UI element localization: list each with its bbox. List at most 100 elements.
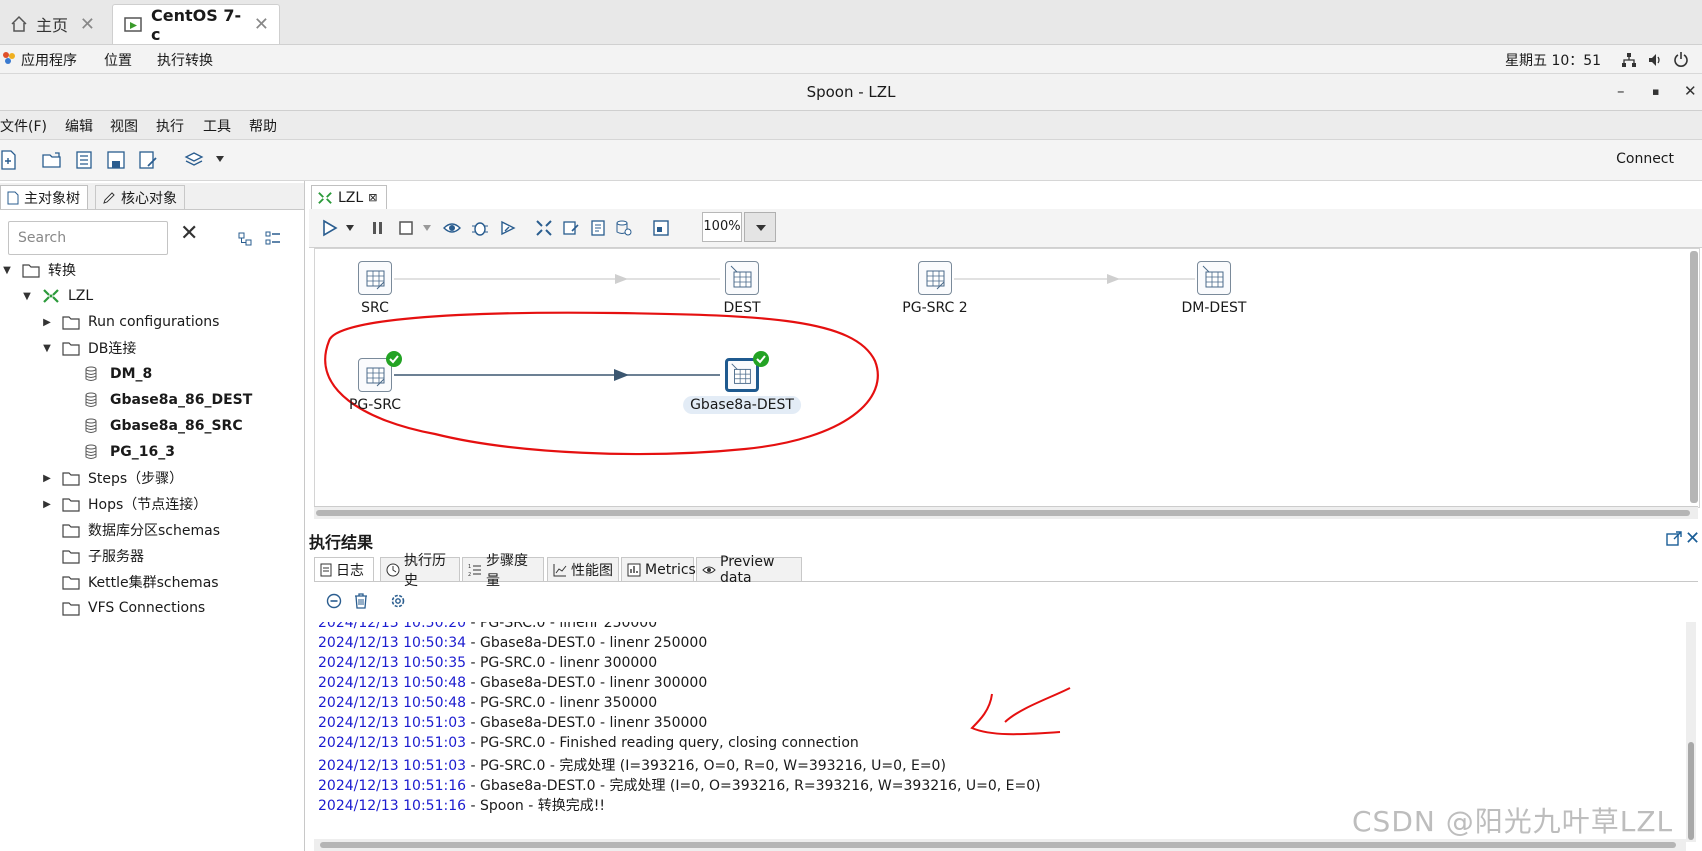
- menu-active-window[interactable]: 执行转换: [157, 50, 213, 70]
- tree-node-db-gbase-dest[interactable]: Gbase8a_86_DEST: [84, 388, 252, 412]
- log-horizontal-scrollbar[interactable]: [314, 839, 1686, 851]
- step-icon-dest[interactable]: [725, 261, 759, 295]
- explore-repository-icon[interactable]: [74, 150, 94, 170]
- transformation-icon: [42, 288, 60, 304]
- tab-main-object-tree[interactable]: 主对象树: [0, 185, 88, 209]
- menu-tools[interactable]: 工具: [203, 116, 231, 136]
- tab-preview-data[interactable]: Preview data: [696, 554, 802, 586]
- tree-node-partition-schemas[interactable]: 数据库分区schemas: [62, 518, 220, 542]
- chevron-down-icon[interactable]: [422, 224, 432, 232]
- explore-db-icon[interactable]: [615, 219, 633, 237]
- collapse-all-icon[interactable]: [238, 231, 254, 247]
- tab-core-objects[interactable]: 核心对象: [95, 185, 185, 209]
- tree-node-db-connections[interactable]: ▼ DB连接: [40, 336, 136, 360]
- volume-icon[interactable]: [1647, 52, 1663, 68]
- impact-analysis-icon[interactable]: [562, 219, 580, 237]
- new-file-icon[interactable]: [0, 150, 20, 170]
- chevron-down-icon[interactable]: [345, 224, 355, 232]
- show-results-icon[interactable]: [652, 219, 670, 237]
- tree-node-transformations[interactable]: ▼ 转换: [0, 258, 76, 282]
- tree-node-slave-servers[interactable]: 子服务器: [62, 544, 144, 568]
- tab-performance-graph[interactable]: 性能图: [547, 557, 619, 581]
- verify-icon[interactable]: [535, 219, 553, 237]
- menu-edit[interactable]: 编辑: [65, 116, 93, 136]
- replay-icon[interactable]: [499, 219, 517, 237]
- clear-search-icon[interactable]: ✕: [180, 221, 198, 246]
- tree-node-vfs-connections[interactable]: VFS Connections: [62, 596, 205, 620]
- step-icon-pg-src-2[interactable]: [918, 261, 952, 295]
- search-input[interactable]: [8, 221, 168, 255]
- tree-node-hops[interactable]: ▶ Hops（节点连接）: [40, 492, 207, 516]
- scrollbar-thumb[interactable]: [320, 842, 1676, 848]
- browser-tab-centos[interactable]: CentOS 7-c ✕: [112, 4, 280, 44]
- transformation-canvas[interactable]: SRC DEST PG-SRC 2 DM-DEST PG-SRC Gbase8a…: [314, 248, 1700, 508]
- tab-metrics[interactable]: Metrics: [621, 557, 696, 581]
- tree-node-steps[interactable]: ▶ Steps（步骤）: [40, 466, 183, 490]
- menu-file[interactable]: 文件(F): [0, 116, 47, 136]
- tree-node-run-configurations[interactable]: ▶ Run configurations: [40, 310, 219, 334]
- pause-icon[interactable]: [371, 219, 385, 237]
- popout-icon[interactable]: [1666, 531, 1682, 547]
- menu-help[interactable]: 帮助: [249, 116, 277, 136]
- zoom-dropdown-button[interactable]: [744, 212, 776, 242]
- tree-node-db-pg[interactable]: PG_16_3: [84, 440, 175, 464]
- stop-icon[interactable]: [398, 219, 414, 237]
- menu-applications[interactable]: 应用程序: [21, 50, 77, 70]
- clear-log-icon[interactable]: [326, 593, 342, 609]
- canvas-vertical-scrollbar[interactable]: [1690, 251, 1698, 503]
- chevron-down-icon[interactable]: ▼: [20, 291, 34, 302]
- settings-gear-icon[interactable]: [389, 592, 407, 610]
- tab-execution-history[interactable]: 执行历史: [380, 553, 460, 589]
- preview-eye-icon[interactable]: [443, 219, 461, 237]
- close-results-icon[interactable]: ✕: [1685, 528, 1700, 549]
- step-label-dest: DEST: [723, 300, 761, 316]
- sql-icon[interactable]: [589, 219, 607, 237]
- tree-node-cluster-schemas[interactable]: Kettle集群schemas: [62, 570, 219, 594]
- hop-src-dest[interactable]: [394, 274, 720, 284]
- debug-bug-icon[interactable]: [471, 219, 489, 237]
- chevron-right-icon[interactable]: ▶: [40, 317, 54, 328]
- close-window-button[interactable]: ✕: [1684, 82, 1697, 100]
- close-tab-icon[interactable]: ⊠: [368, 191, 377, 204]
- run-icon[interactable]: [321, 219, 339, 237]
- save-icon[interactable]: [106, 150, 126, 170]
- scrollbar-thumb[interactable]: [316, 510, 1690, 516]
- maximize-button[interactable]: ▪: [1652, 85, 1659, 98]
- browser-tab-home[interactable]: 主页 ✕: [0, 4, 105, 44]
- scrollbar-thumb[interactable]: [1688, 742, 1694, 840]
- hop-pgsrc-gbasedest[interactable]: [394, 369, 720, 381]
- chevron-right-icon[interactable]: ▶: [40, 473, 54, 484]
- numbered-list-icon: 12: [468, 563, 482, 577]
- open-file-icon[interactable]: [42, 150, 62, 170]
- menu-places[interactable]: 位置: [104, 50, 132, 70]
- minimize-button[interactable]: –: [1617, 82, 1625, 100]
- layers-perspective-icon[interactable]: [184, 150, 204, 170]
- trash-icon[interactable]: [353, 592, 369, 610]
- step-icon-dm-dest[interactable]: [1197, 261, 1231, 295]
- tab-lzl[interactable]: LZL ⊠: [311, 185, 387, 209]
- zoom-level-field[interactable]: 100%: [702, 212, 742, 242]
- chevron-right-icon[interactable]: ▶: [40, 499, 54, 510]
- connect-button[interactable]: Connect: [1616, 151, 1674, 167]
- canvas-horizontal-scrollbar[interactable]: [314, 506, 1698, 519]
- menu-run[interactable]: 执行: [156, 116, 184, 136]
- network-icon[interactable]: [1621, 52, 1637, 68]
- tab-step-metrics[interactable]: 12 步骤度量: [462, 553, 544, 589]
- log-vertical-scrollbar[interactable]: [1686, 622, 1696, 842]
- chevron-down-icon[interactable]: [214, 154, 234, 174]
- chevron-down-icon[interactable]: ▼: [0, 265, 14, 276]
- step-icon-src[interactable]: [358, 261, 392, 295]
- close-icon[interactable]: ✕: [80, 14, 95, 35]
- chevron-down-icon[interactable]: ▼: [40, 343, 54, 354]
- expand-all-icon[interactable]: [265, 231, 281, 247]
- power-icon[interactable]: [1673, 51, 1689, 67]
- close-icon[interactable]: ✕: [254, 14, 269, 35]
- tree-node-db-dm8[interactable]: DM_8: [84, 362, 152, 386]
- save-as-icon[interactable]: [138, 150, 158, 170]
- tree-node-db-gbase-src[interactable]: Gbase8a_86_SRC: [84, 414, 243, 438]
- clock[interactable]: 星期五 10：51: [1505, 50, 1601, 70]
- tab-log[interactable]: 日志: [314, 557, 374, 581]
- hop-pgsrc2-dmdest[interactable]: [954, 274, 1195, 284]
- tree-node-lzl[interactable]: ▼ LZL: [20, 284, 93, 308]
- menu-view[interactable]: 视图: [110, 116, 138, 136]
